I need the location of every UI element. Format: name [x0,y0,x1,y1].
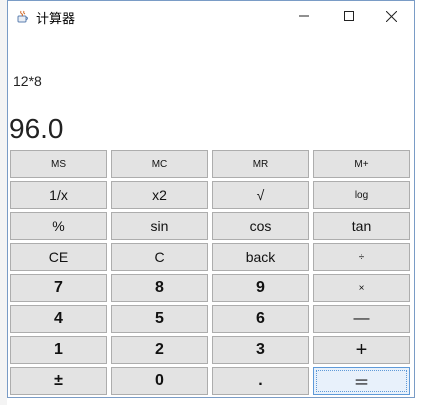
clear-entry-button[interactable]: CE [10,243,107,271]
digit-0-button[interactable]: 0 [111,367,208,395]
reciprocal-button[interactable]: 1/x [10,181,107,209]
mr-button[interactable]: MR [212,150,309,178]
minimize-button[interactable] [281,1,326,31]
background-editor-strip [0,0,7,405]
expression-display: 12*8 [13,73,42,89]
digit-9-button[interactable]: 9 [212,274,309,302]
result-display: 96.0 [9,113,64,144]
m-plus-button[interactable]: M+ [313,150,410,178]
close-button[interactable] [369,1,414,31]
tan-button[interactable]: tan [313,212,410,240]
sqrt-button[interactable]: √ [212,181,309,209]
percent-button[interactable]: % [10,212,107,240]
digit-7-button[interactable]: 7 [10,274,107,302]
minus-button[interactable]: — [313,305,410,333]
square-button[interactable]: x2 [111,181,208,209]
plus-button[interactable]: + [313,336,410,364]
multiply-button[interactable]: × [313,274,410,302]
maximize-icon [343,11,354,21]
equals-button[interactable]: ＝ [313,367,410,395]
digit-2-button[interactable]: 2 [111,336,208,364]
title-bar[interactable]: 计算器 [8,1,414,32]
negate-button[interactable]: ± [10,367,107,395]
digit-4-button[interactable]: 4 [10,305,107,333]
calculator-window: 计算器 12*8 96.0 MS MC MR M+ 1/x x2 √ log %… [7,0,415,398]
minimize-icon [298,11,309,21]
backspace-button[interactable]: back [212,243,309,271]
maximize-button[interactable] [326,1,371,31]
sin-button[interactable]: sin [111,212,208,240]
cos-button[interactable]: cos [212,212,309,240]
digit-8-button[interactable]: 8 [111,274,208,302]
keypad: MS MC MR M+ 1/x x2 √ log % sin cos tan C… [10,150,414,397]
window-title: 计算器 [36,12,76,27]
digit-5-button[interactable]: 5 [111,305,208,333]
digit-3-button[interactable]: 3 [212,336,309,364]
close-icon [386,10,397,22]
decimal-point-button[interactable]: . [212,367,309,395]
mc-button[interactable]: MC [111,150,208,178]
clear-button[interactable]: C [111,243,208,271]
ms-button[interactable]: MS [10,150,107,178]
divide-button[interactable]: ÷ [313,243,410,271]
java-cup-icon [16,9,30,23]
digit-6-button[interactable]: 6 [212,305,309,333]
log-button[interactable]: log [313,181,410,209]
focus-ring [316,370,407,392]
digit-1-button[interactable]: 1 [10,336,107,364]
